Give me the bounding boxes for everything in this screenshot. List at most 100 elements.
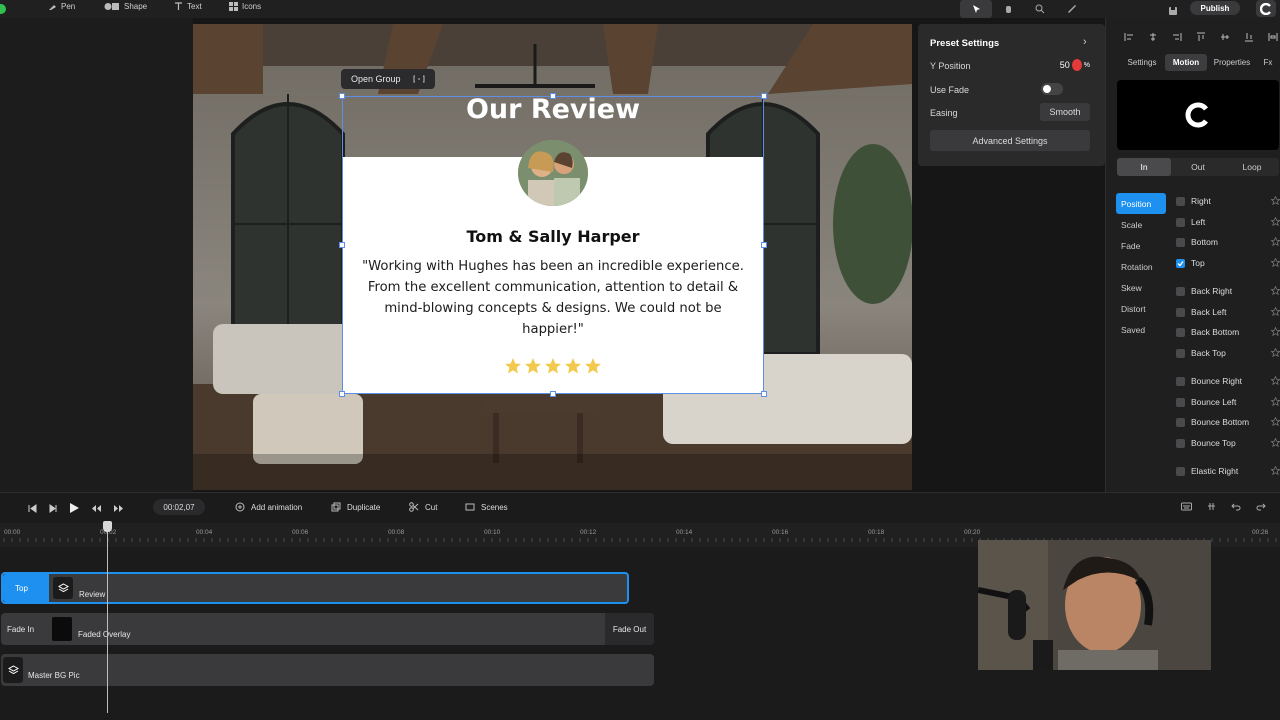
icons-tool[interactable]: Icons (229, 2, 261, 11)
resize-handle[interactable] (550, 391, 556, 397)
category-position[interactable]: Position (1116, 193, 1166, 214)
align-left-icon[interactable] (1124, 32, 1134, 42)
duplicate-button[interactable]: Duplicate (331, 502, 380, 512)
resize-handle[interactable] (339, 93, 345, 99)
checkbox[interactable] (1176, 327, 1185, 337)
align-right-icon[interactable] (1172, 32, 1182, 42)
tab-settings[interactable]: Settings (1119, 54, 1165, 71)
resize-handle[interactable] (761, 391, 767, 397)
favorite-star-icon[interactable] (1270, 284, 1280, 297)
align-bottom-icon[interactable] (1244, 32, 1254, 42)
animation-option[interactable]: Back Right (1176, 284, 1280, 298)
checkbox[interactable] (1176, 307, 1185, 317)
add-animation-button[interactable]: Add animation (235, 502, 302, 512)
y-position-input[interactable]: 50 % (1046, 56, 1090, 74)
track-review[interactable]: Top Review (1, 572, 629, 604)
advanced-settings-button[interactable]: Advanced Settings (930, 130, 1090, 151)
pen-tool[interactable]: Pen (48, 2, 75, 11)
animation-option[interactable]: Back Top (1176, 346, 1280, 360)
favorite-star-icon[interactable] (1270, 256, 1280, 269)
track-in-animation[interactable]: Top (3, 574, 49, 602)
shape-tool[interactable]: Shape (104, 2, 147, 11)
category-fade[interactable]: Fade (1121, 241, 1140, 251)
animation-option[interactable]: Back Bottom (1176, 325, 1280, 339)
resize-handle[interactable] (339, 242, 345, 248)
play-icon[interactable] (68, 502, 80, 514)
animation-option[interactable]: Right (1176, 194, 1280, 208)
category-saved[interactable]: Saved (1121, 325, 1145, 335)
hand-tool-button[interactable] (992, 0, 1024, 18)
resize-handle[interactable] (339, 391, 345, 397)
publish-button[interactable]: Publish (1190, 1, 1240, 15)
select-tool-button[interactable] (960, 0, 992, 18)
keyboard-icon[interactable] (1181, 502, 1192, 511)
track-in-animation[interactable]: Fade In (7, 625, 34, 634)
open-group-button[interactable]: Open Group (341, 69, 435, 89)
track-master-bg[interactable]: Master BG Pic (1, 654, 654, 686)
undo-icon[interactable] (1231, 502, 1241, 511)
checkbox[interactable] (1176, 348, 1185, 358)
favorite-star-icon[interactable] (1270, 215, 1280, 228)
checkbox-checked[interactable] (1176, 258, 1185, 268)
category-scale[interactable]: Scale (1121, 220, 1142, 230)
favorite-star-icon[interactable] (1270, 415, 1280, 428)
fast-forward-icon[interactable] (113, 504, 124, 513)
animation-option[interactable]: Bounce Top (1176, 436, 1280, 450)
align-top-icon[interactable] (1196, 32, 1206, 42)
tab-motion[interactable]: Motion (1165, 54, 1207, 71)
category-rotation[interactable]: Rotation (1121, 262, 1153, 272)
text-tool[interactable]: Text (174, 2, 202, 11)
category-skew[interactable]: Skew (1121, 283, 1142, 293)
favorite-star-icon[interactable] (1270, 346, 1280, 359)
checkbox[interactable] (1176, 196, 1185, 206)
checkbox[interactable] (1176, 438, 1185, 448)
use-fade-toggle[interactable] (1041, 83, 1063, 95)
favorite-star-icon[interactable] (1270, 325, 1280, 338)
checkbox[interactable] (1176, 397, 1185, 407)
checkbox[interactable] (1176, 237, 1185, 247)
subtab-loop[interactable]: Loop (1225, 158, 1279, 176)
checkbox[interactable] (1176, 417, 1185, 427)
tab-properties[interactable]: Properties (1207, 54, 1257, 71)
favorite-star-icon[interactable] (1270, 436, 1280, 449)
favorite-star-icon[interactable] (1270, 374, 1280, 387)
resize-handle[interactable] (550, 93, 556, 99)
app-logo[interactable] (1256, 0, 1276, 17)
easing-select[interactable]: Smooth (1040, 103, 1090, 121)
checkbox[interactable] (1176, 466, 1185, 476)
track-faded-overlay[interactable]: Fade In Faded Overlay Fade Out (1, 613, 654, 645)
animation-option[interactable]: Back Left (1176, 305, 1280, 319)
distribute-icon[interactable] (1268, 32, 1278, 42)
align-center-icon[interactable] (1148, 32, 1158, 42)
time-display[interactable]: 00:02,07 (153, 499, 205, 515)
tab-fx[interactable]: Fx (1257, 54, 1279, 71)
subtab-out[interactable]: Out (1171, 158, 1225, 176)
favorite-star-icon[interactable] (1270, 235, 1280, 248)
zoom-tool-button[interactable] (1024, 0, 1056, 18)
skip-start-icon[interactable] (28, 503, 37, 513)
favorite-star-icon[interactable] (1270, 305, 1280, 318)
rewind-icon[interactable] (91, 504, 102, 513)
checkbox[interactable] (1176, 376, 1185, 386)
playhead-handle[interactable] (103, 521, 112, 532)
checkbox[interactable] (1176, 286, 1185, 296)
animation-option[interactable]: Bottom (1176, 235, 1280, 249)
chevron-right-icon[interactable]: › (1083, 36, 1087, 48)
favorite-star-icon[interactable] (1270, 194, 1280, 207)
favorite-star-icon[interactable] (1270, 395, 1280, 408)
animation-option[interactable]: Bounce Right (1176, 374, 1280, 388)
track-out-animation[interactable]: Fade Out (605, 613, 654, 645)
animation-option[interactable]: Bounce Bottom (1176, 415, 1280, 429)
resize-handle[interactable] (761, 93, 767, 99)
animation-option[interactable]: Left (1176, 215, 1280, 229)
favorite-star-icon[interactable] (1270, 464, 1280, 477)
category-distort[interactable]: Distort (1121, 304, 1146, 314)
step-forward-icon[interactable] (48, 503, 57, 513)
animation-option[interactable]: Bounce Left (1176, 395, 1280, 409)
animation-option[interactable]: Elastic Right (1176, 464, 1280, 478)
scenes-button[interactable]: Scenes (465, 502, 508, 512)
ruler-tool-button[interactable] (1056, 0, 1088, 18)
animation-option[interactable]: Top (1176, 256, 1280, 270)
resize-handle[interactable] (761, 242, 767, 248)
checkbox[interactable] (1176, 217, 1185, 227)
